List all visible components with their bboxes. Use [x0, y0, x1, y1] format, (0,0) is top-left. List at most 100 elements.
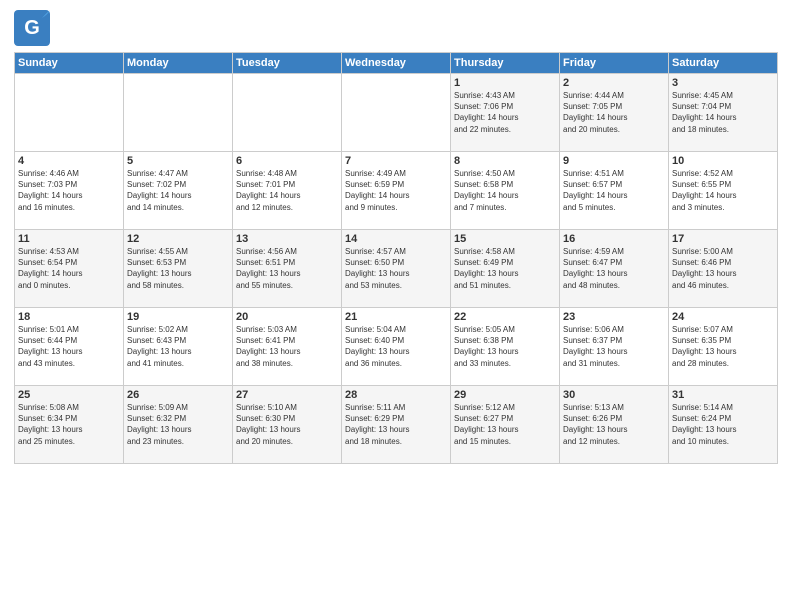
day-info: Sunrise: 5:04 AM Sunset: 6:40 PM Dayligh… [345, 324, 447, 369]
day-number: 16 [563, 233, 665, 245]
day-cell: 6Sunrise: 4:48 AM Sunset: 7:01 PM Daylig… [233, 152, 342, 230]
day-number: 7 [345, 155, 447, 167]
week-row-2: 4Sunrise: 4:46 AM Sunset: 7:03 PM Daylig… [15, 152, 778, 230]
day-number: 5 [127, 155, 229, 167]
header-cell-wednesday: Wednesday [342, 53, 451, 74]
day-cell: 29Sunrise: 5:12 AM Sunset: 6:27 PM Dayli… [451, 386, 560, 464]
day-cell: 17Sunrise: 5:00 AM Sunset: 6:46 PM Dayli… [669, 230, 778, 308]
day-cell: 26Sunrise: 5:09 AM Sunset: 6:32 PM Dayli… [124, 386, 233, 464]
header-cell-monday: Monday [124, 53, 233, 74]
day-number: 10 [672, 155, 774, 167]
day-cell [342, 74, 451, 152]
page-header: G [14, 10, 778, 46]
day-number: 22 [454, 311, 556, 323]
day-number: 26 [127, 389, 229, 401]
logo-icon: G [14, 10, 50, 46]
day-info: Sunrise: 5:01 AM Sunset: 6:44 PM Dayligh… [18, 324, 120, 369]
week-row-3: 11Sunrise: 4:53 AM Sunset: 6:54 PM Dayli… [15, 230, 778, 308]
day-number: 31 [672, 389, 774, 401]
day-number: 21 [345, 311, 447, 323]
day-number: 4 [18, 155, 120, 167]
svg-text:G: G [24, 17, 40, 39]
day-cell: 5Sunrise: 4:47 AM Sunset: 7:02 PM Daylig… [124, 152, 233, 230]
page: G SundayMondayTuesdayWednesdayThursdayFr… [0, 0, 792, 612]
day-info: Sunrise: 4:52 AM Sunset: 6:55 PM Dayligh… [672, 168, 774, 213]
week-row-4: 18Sunrise: 5:01 AM Sunset: 6:44 PM Dayli… [15, 308, 778, 386]
day-number: 11 [18, 233, 120, 245]
calendar-table: SundayMondayTuesdayWednesdayThursdayFrid… [14, 52, 778, 464]
day-cell: 30Sunrise: 5:13 AM Sunset: 6:26 PM Dayli… [560, 386, 669, 464]
day-cell: 15Sunrise: 4:58 AM Sunset: 6:49 PM Dayli… [451, 230, 560, 308]
day-number: 13 [236, 233, 338, 245]
day-number: 28 [345, 389, 447, 401]
day-number: 19 [127, 311, 229, 323]
day-info: Sunrise: 4:46 AM Sunset: 7:03 PM Dayligh… [18, 168, 120, 213]
day-info: Sunrise: 4:55 AM Sunset: 6:53 PM Dayligh… [127, 246, 229, 291]
day-info: Sunrise: 4:58 AM Sunset: 6:49 PM Dayligh… [454, 246, 556, 291]
day-number: 27 [236, 389, 338, 401]
day-cell: 2Sunrise: 4:44 AM Sunset: 7:05 PM Daylig… [560, 74, 669, 152]
day-number: 15 [454, 233, 556, 245]
day-cell: 16Sunrise: 4:59 AM Sunset: 6:47 PM Dayli… [560, 230, 669, 308]
logo: G [14, 10, 54, 46]
day-info: Sunrise: 4:59 AM Sunset: 6:47 PM Dayligh… [563, 246, 665, 291]
day-cell [15, 74, 124, 152]
day-info: Sunrise: 5:14 AM Sunset: 6:24 PM Dayligh… [672, 402, 774, 447]
day-number: 17 [672, 233, 774, 245]
day-info: Sunrise: 5:07 AM Sunset: 6:35 PM Dayligh… [672, 324, 774, 369]
day-number: 1 [454, 77, 556, 89]
day-cell: 8Sunrise: 4:50 AM Sunset: 6:58 PM Daylig… [451, 152, 560, 230]
day-info: Sunrise: 4:45 AM Sunset: 7:04 PM Dayligh… [672, 90, 774, 135]
day-info: Sunrise: 5:06 AM Sunset: 6:37 PM Dayligh… [563, 324, 665, 369]
day-info: Sunrise: 5:02 AM Sunset: 6:43 PM Dayligh… [127, 324, 229, 369]
day-info: Sunrise: 4:50 AM Sunset: 6:58 PM Dayligh… [454, 168, 556, 213]
header-row: SundayMondayTuesdayWednesdayThursdayFrid… [15, 53, 778, 74]
day-number: 6 [236, 155, 338, 167]
day-cell: 25Sunrise: 5:08 AM Sunset: 6:34 PM Dayli… [15, 386, 124, 464]
day-cell: 24Sunrise: 5:07 AM Sunset: 6:35 PM Dayli… [669, 308, 778, 386]
day-info: Sunrise: 5:12 AM Sunset: 6:27 PM Dayligh… [454, 402, 556, 447]
day-number: 29 [454, 389, 556, 401]
day-cell: 22Sunrise: 5:05 AM Sunset: 6:38 PM Dayli… [451, 308, 560, 386]
day-info: Sunrise: 5:03 AM Sunset: 6:41 PM Dayligh… [236, 324, 338, 369]
day-cell: 1Sunrise: 4:43 AM Sunset: 7:06 PM Daylig… [451, 74, 560, 152]
day-cell [124, 74, 233, 152]
day-cell: 27Sunrise: 5:10 AM Sunset: 6:30 PM Dayli… [233, 386, 342, 464]
day-number: 8 [454, 155, 556, 167]
header-cell-thursday: Thursday [451, 53, 560, 74]
day-cell: 18Sunrise: 5:01 AM Sunset: 6:44 PM Dayli… [15, 308, 124, 386]
day-cell: 12Sunrise: 4:55 AM Sunset: 6:53 PM Dayli… [124, 230, 233, 308]
day-number: 20 [236, 311, 338, 323]
day-info: Sunrise: 4:48 AM Sunset: 7:01 PM Dayligh… [236, 168, 338, 213]
day-info: Sunrise: 5:10 AM Sunset: 6:30 PM Dayligh… [236, 402, 338, 447]
week-row-1: 1Sunrise: 4:43 AM Sunset: 7:06 PM Daylig… [15, 74, 778, 152]
day-number: 25 [18, 389, 120, 401]
day-number: 23 [563, 311, 665, 323]
day-info: Sunrise: 5:09 AM Sunset: 6:32 PM Dayligh… [127, 402, 229, 447]
day-number: 12 [127, 233, 229, 245]
day-number: 2 [563, 77, 665, 89]
day-info: Sunrise: 4:53 AM Sunset: 6:54 PM Dayligh… [18, 246, 120, 291]
day-info: Sunrise: 5:05 AM Sunset: 6:38 PM Dayligh… [454, 324, 556, 369]
day-cell: 13Sunrise: 4:56 AM Sunset: 6:51 PM Dayli… [233, 230, 342, 308]
day-cell: 14Sunrise: 4:57 AM Sunset: 6:50 PM Dayli… [342, 230, 451, 308]
day-cell: 9Sunrise: 4:51 AM Sunset: 6:57 PM Daylig… [560, 152, 669, 230]
day-cell: 21Sunrise: 5:04 AM Sunset: 6:40 PM Dayli… [342, 308, 451, 386]
week-row-5: 25Sunrise: 5:08 AM Sunset: 6:34 PM Dayli… [15, 386, 778, 464]
day-cell: 31Sunrise: 5:14 AM Sunset: 6:24 PM Dayli… [669, 386, 778, 464]
day-cell: 20Sunrise: 5:03 AM Sunset: 6:41 PM Dayli… [233, 308, 342, 386]
day-cell: 23Sunrise: 5:06 AM Sunset: 6:37 PM Dayli… [560, 308, 669, 386]
day-cell: 28Sunrise: 5:11 AM Sunset: 6:29 PM Dayli… [342, 386, 451, 464]
day-info: Sunrise: 5:11 AM Sunset: 6:29 PM Dayligh… [345, 402, 447, 447]
header-cell-sunday: Sunday [15, 53, 124, 74]
day-number: 30 [563, 389, 665, 401]
day-info: Sunrise: 4:44 AM Sunset: 7:05 PM Dayligh… [563, 90, 665, 135]
day-cell: 7Sunrise: 4:49 AM Sunset: 6:59 PM Daylig… [342, 152, 451, 230]
header-cell-friday: Friday [560, 53, 669, 74]
day-number: 14 [345, 233, 447, 245]
day-cell: 4Sunrise: 4:46 AM Sunset: 7:03 PM Daylig… [15, 152, 124, 230]
header-cell-saturday: Saturday [669, 53, 778, 74]
day-number: 9 [563, 155, 665, 167]
day-cell: 3Sunrise: 4:45 AM Sunset: 7:04 PM Daylig… [669, 74, 778, 152]
day-info: Sunrise: 5:00 AM Sunset: 6:46 PM Dayligh… [672, 246, 774, 291]
